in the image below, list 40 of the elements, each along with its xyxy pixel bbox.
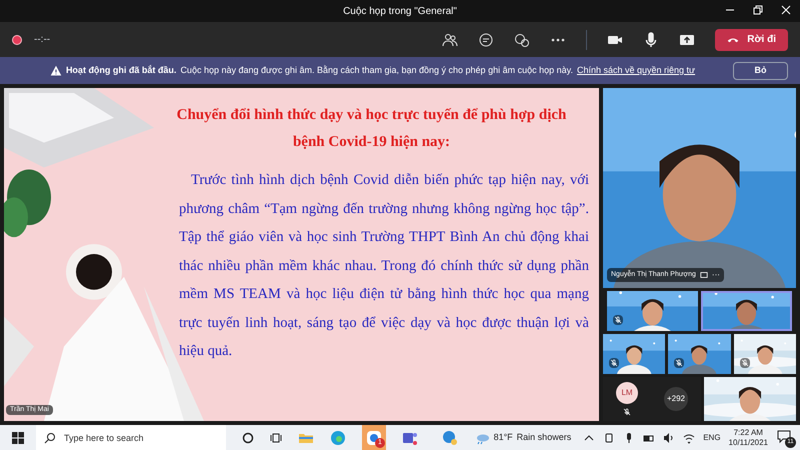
privacy-link[interactable]: Chính sách về quyền riêng tư — [576, 64, 696, 78]
more-options-button[interactable]: ··· — [712, 269, 720, 281]
people-icon[interactable] — [442, 32, 458, 48]
leave-button[interactable]: Rời đi — [715, 28, 788, 50]
mic-off-icon — [675, 359, 684, 367]
mic-off-icon — [740, 359, 749, 367]
restore-icon[interactable] — [752, 4, 764, 16]
help-icon[interactable] — [442, 430, 458, 446]
meeting-timer: --:-- — [34, 33, 50, 47]
close-icon[interactable] — [780, 4, 792, 16]
participant-avatar: LM — [616, 382, 638, 404]
weather-status: Rain showers — [516, 430, 572, 444]
overflow-count[interactable]: +292 — [664, 387, 688, 411]
language-indicator[interactable]: ENG — [703, 432, 721, 444]
temperature: 81°F — [494, 430, 513, 444]
clock-date: 10/11/2021 — [728, 438, 768, 448]
slide-title-line: Chuyển đổi hình thức dạy và học trực tuyến để phù hợp dịch — [176, 106, 568, 125]
dismiss-button[interactable]: Bỏ — [733, 62, 788, 80]
mic-off-icon — [610, 359, 618, 367]
notification-center-icon[interactable] — [776, 428, 792, 444]
mic-off-icon — [623, 408, 631, 416]
slide-title-line: bệnh Covid-19 hiện nay: — [292, 133, 452, 152]
speaker-icon — [663, 432, 676, 444]
task-view-icon[interactable] — [270, 432, 282, 444]
browser-icon[interactable] — [330, 430, 346, 446]
reactions-icon[interactable] — [514, 32, 530, 48]
window-title: Cuộc họp trong "General" — [343, 4, 457, 18]
screen-share-icon — [700, 271, 708, 279]
warning-icon — [50, 64, 62, 76]
windows-start-icon[interactable] — [12, 432, 24, 444]
wifi-icon — [683, 432, 696, 444]
clock-time: 7:22 AM — [734, 428, 763, 438]
search-icon — [44, 432, 56, 444]
banner-heading: Hoạt động ghi đã bắt đầu. — [66, 64, 176, 77]
cortana-icon[interactable] — [242, 432, 254, 444]
mic-off-icon — [614, 316, 622, 324]
device-icon — [603, 432, 616, 444]
chat-icon[interactable] — [478, 32, 494, 48]
banner-message: Cuộc họp này đang được ghi âm. Bằng cách tham gia, bạn đồng ý cho phép ghi âm cuộc họp này. — [180, 64, 573, 77]
slide-paragraph: Trước tình hình dịch bệnh Covid diễn biến phức tạp hiện nay, với phương châm “Tạm ngừng đến trường nhưng không ngừng học tập”. Tập thể giáo viên và học sinh Trường THPT Bình An chủ động khai thác nhiều phần mềm khác nhau. Trong đó chính thức sử dụng phần mềm MS TEAM và học liệu điện tử bằng hình thức học qua mạng trực tuyến linh hoạt, sáng tạo để việc dạy và học được thuận lợi và hiệu quả. — [178, 171, 589, 361]
